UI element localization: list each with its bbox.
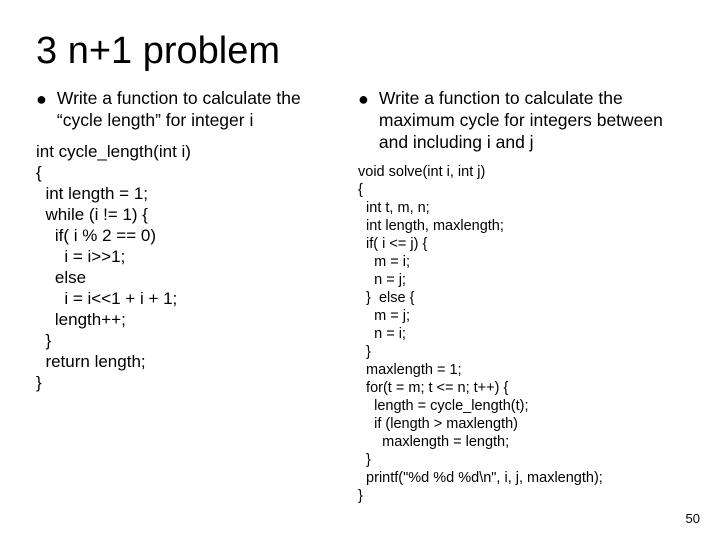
slide-title: 3 n+1 problem — [36, 30, 684, 73]
right-bullet-text: Write a function to calculate the maximu… — [379, 87, 678, 153]
bullet-icon: ● — [358, 88, 369, 110]
bullet-icon: ● — [36, 88, 47, 110]
left-bullet: ● Write a function to calculate the “cyc… — [36, 87, 346, 131]
page-number: 50 — [686, 511, 700, 526]
right-code-block: void solve(int i, int j) { int t, m, n; … — [358, 163, 678, 505]
left-column: ● Write a function to calculate the “cyc… — [36, 87, 346, 505]
slide: 3 n+1 problem ● Write a function to calc… — [0, 0, 720, 540]
left-bullet-text: Write a function to calculate the “cycle… — [57, 87, 346, 131]
left-code-block: int cycle_length(int i) { int length = 1… — [36, 141, 346, 393]
columns: ● Write a function to calculate the “cyc… — [36, 87, 684, 505]
right-bullet: ● Write a function to calculate the maxi… — [358, 87, 678, 153]
right-column: ● Write a function to calculate the maxi… — [358, 87, 678, 505]
